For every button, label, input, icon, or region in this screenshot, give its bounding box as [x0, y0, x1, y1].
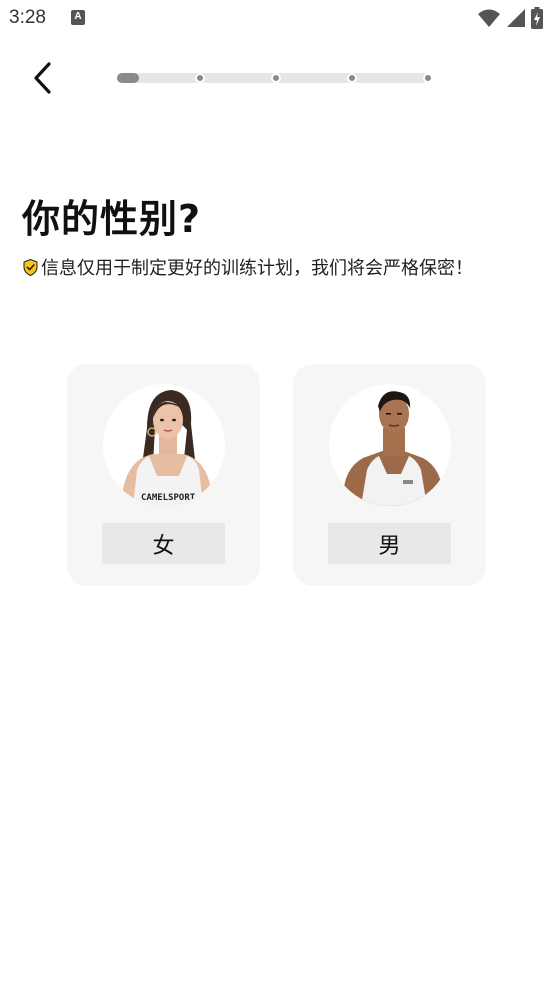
gender-option-male[interactable]: 男: [293, 364, 486, 586]
progress-dot-5: [423, 73, 433, 83]
step-progress: [117, 73, 435, 83]
battery-charging-icon: [531, 7, 543, 29]
progress-dot-3: [271, 73, 281, 83]
female-avatar-image: CAMELSPORT: [121, 390, 213, 506]
shield-check-icon: [23, 258, 38, 276]
status-bar: 3:28 A: [0, 0, 553, 38]
wifi-icon: [478, 9, 500, 27]
chevron-left-icon: [34, 62, 51, 94]
progress-dot-4: [347, 73, 357, 83]
page-title: 你的性别?: [22, 197, 202, 241]
progress-fill: [117, 73, 139, 83]
privacy-note-text: 信息仅用于制定更好的训练计划，我们将会严格保密！: [41, 258, 473, 279]
app-notification-icon: A: [71, 10, 85, 25]
progress-dot-2: [195, 73, 205, 83]
privacy-note: 信息仅用于制定更好的训练计划，我们将会严格保密！: [23, 254, 473, 280]
male-avatar: [329, 384, 451, 506]
back-button[interactable]: [24, 60, 60, 96]
gender-label-male: 男: [328, 523, 451, 564]
signal-icon: [507, 9, 525, 27]
status-icons: [477, 7, 543, 29]
gender-label-female: 女: [102, 523, 225, 564]
shirt-brand-text: CAMELSPORT: [141, 493, 196, 503]
female-avatar: CAMELSPORT: [103, 384, 225, 506]
male-avatar-image: [342, 391, 444, 506]
status-time: 3:28: [9, 7, 46, 28]
gender-option-female[interactable]: CAMELSPORT 女: [67, 364, 260, 586]
